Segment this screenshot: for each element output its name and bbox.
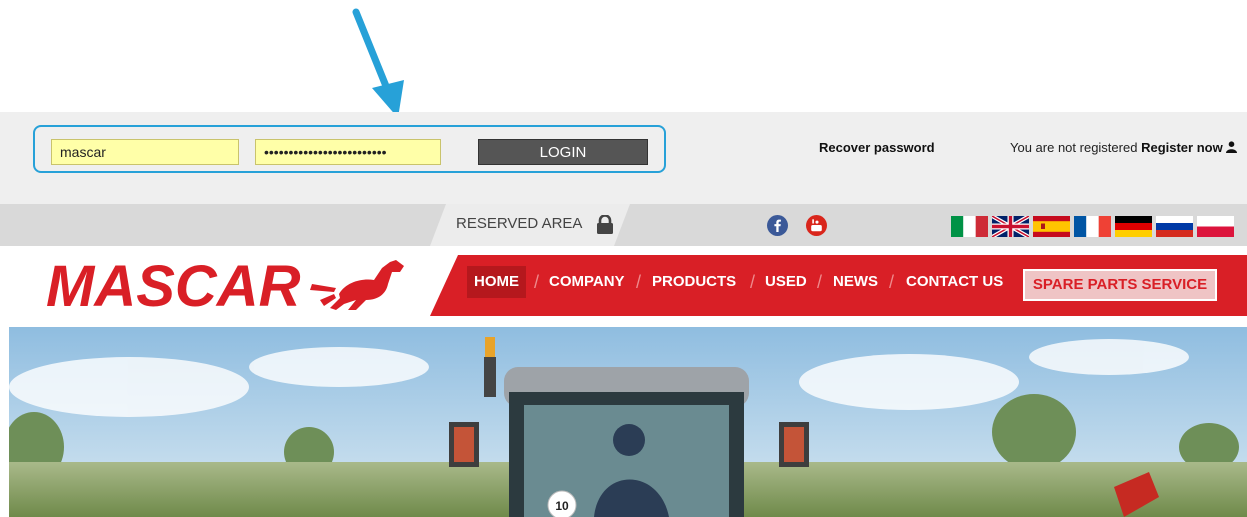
- hero-image: 10: [9, 327, 1247, 517]
- nav-contact-us[interactable]: CONTACT US: [906, 266, 1003, 298]
- register-now-link[interactable]: Register now: [1141, 140, 1223, 155]
- nav-company[interactable]: COMPANY: [549, 266, 625, 298]
- horse-icon: [310, 260, 404, 310]
- nav-news[interactable]: NEWS: [833, 266, 878, 298]
- nav-used[interactable]: USED: [765, 266, 807, 298]
- facebook-icon[interactable]: [767, 215, 788, 236]
- nav-separator: /: [889, 272, 895, 292]
- nav-separator: /: [750, 272, 756, 292]
- flag-spanish-icon[interactable]: [1033, 216, 1070, 237]
- not-registered-text: You are not registered: [1010, 140, 1138, 155]
- nav-home[interactable]: HOME: [467, 266, 526, 298]
- spare-parts-service-button[interactable]: SPARE PARTS SERVICE: [1023, 269, 1217, 301]
- recover-password-link[interactable]: Recover password: [819, 140, 935, 155]
- site-header: MASCAR HOME / COMPANY / PRODUCTS / USED …: [0, 246, 1247, 326]
- utility-strip: RESERVED AREA: [0, 204, 1247, 246]
- register-area: You are not registered Register now: [1010, 140, 1238, 155]
- user-icon: [1226, 141, 1238, 153]
- nav-separator: /: [636, 272, 642, 292]
- flag-italian-icon[interactable]: [951, 216, 988, 237]
- svg-text:MASCAR: MASCAR: [46, 254, 301, 312]
- mascar-logo[interactable]: MASCAR: [44, 254, 416, 312]
- flag-french-icon[interactable]: [1074, 216, 1111, 237]
- flag-polish-icon[interactable]: [1197, 216, 1234, 237]
- nav-separator: /: [817, 272, 823, 292]
- flag-english-icon[interactable]: [992, 216, 1029, 237]
- nav-products[interactable]: PRODUCTS: [652, 266, 736, 298]
- lock-icon: [597, 215, 613, 234]
- nav-separator: /: [534, 272, 540, 292]
- speed-plate-text: 10: [555, 499, 569, 513]
- youtube-icon[interactable]: [806, 215, 827, 236]
- login-button[interactable]: LOGIN: [478, 139, 648, 165]
- username-input[interactable]: [51, 139, 239, 165]
- password-input[interactable]: [255, 139, 441, 165]
- annotation-arrow: [352, 8, 404, 118]
- flag-russian-icon[interactable]: [1156, 216, 1193, 237]
- reserved-area-label[interactable]: RESERVED AREA: [456, 215, 582, 232]
- login-bar: LOGIN Recover password You are not regis…: [0, 112, 1247, 204]
- flag-german-icon[interactable]: [1115, 216, 1152, 237]
